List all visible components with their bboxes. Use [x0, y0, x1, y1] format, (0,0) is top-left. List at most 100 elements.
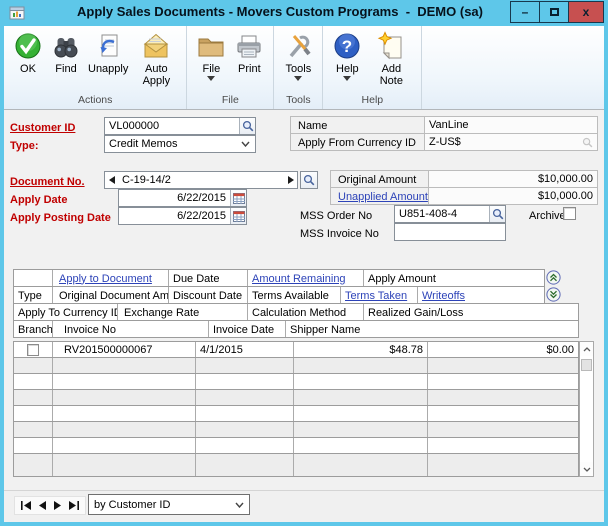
grid-header-original-document-amt: Original Document Amt [53, 287, 169, 303]
unapply-document-icon [93, 31, 123, 61]
file-menu-button[interactable]: File [192, 29, 230, 83]
customer-id-label[interactable]: Customer ID [10, 121, 75, 136]
auto-apply-button[interactable]: Auto Apply [131, 29, 181, 89]
first-record-button[interactable] [21, 501, 32, 510]
sort-by-dropdown[interactable]: by Customer ID [88, 494, 250, 515]
grid-header-apply-to-currency-id: Apply To Currency ID [14, 304, 118, 320]
previous-record-button[interactable] [38, 501, 47, 510]
ok-button[interactable]: OK [9, 29, 47, 77]
scroll-down-button[interactable] [580, 462, 593, 476]
apply-date-label: Apply Date [10, 193, 67, 208]
grid-header-shipper-name: Shipper Name [286, 321, 578, 337]
envelope-icon [141, 31, 171, 61]
grid-empty-row [13, 421, 579, 438]
find-button-label: Find [55, 63, 76, 75]
find-button[interactable]: Find [47, 29, 85, 77]
row-apply-checkbox[interactable] [27, 344, 39, 356]
minimize-button[interactable]: – [510, 1, 540, 23]
grid-header-due-date: Due Date [169, 270, 248, 286]
maximize-button[interactable] [539, 1, 569, 23]
add-note-icon [376, 31, 406, 61]
customer-lookup-button[interactable] [239, 118, 255, 134]
add-note-button-label: Add Note [369, 63, 413, 87]
folder-icon [196, 31, 226, 61]
grid-empty-row [13, 437, 579, 454]
apply-from-currency-row: Apply From Currency ID Z-US$ [290, 133, 598, 151]
document-prev-button[interactable] [105, 172, 118, 188]
original-amount-label: Original Amount [331, 171, 428, 187]
double-chevron-up-icon [546, 270, 561, 285]
toolbar-caption-file: File [192, 93, 268, 109]
customer-id-value: VL000000 [105, 120, 239, 132]
type-dropdown[interactable]: Credit Memos [104, 135, 256, 153]
mss-order-no-field[interactable]: U851-408-4 [394, 205, 506, 223]
archive-checkbox[interactable] [563, 207, 576, 220]
lookup-magnifier-icon [492, 208, 504, 220]
apply-posting-date-field[interactable]: 6/22/2015 [118, 207, 247, 225]
help-question-icon: ? [332, 31, 362, 61]
scroll-up-button[interactable] [580, 342, 593, 356]
unapplied-amount-value: $10,000.00 [428, 188, 597, 204]
grid-header-invoice-date: Invoice Date [209, 321, 286, 337]
name-label: Name [291, 117, 424, 133]
document-no-field[interactable]: C-19-14/2 [104, 171, 298, 189]
grid-scrollbar[interactable] [579, 341, 594, 477]
document-no-label[interactable]: Document No. [10, 175, 85, 190]
unapply-button[interactable]: Unapply [85, 29, 131, 77]
tools-menu-button[interactable]: Tools [279, 29, 317, 83]
record-navigation [14, 496, 86, 515]
name-row: Name VanLine [290, 116, 598, 134]
customer-id-field[interactable]: VL000000 [104, 117, 256, 135]
help-menu-button[interactable]: ? Help [328, 29, 366, 83]
chevron-up-icon [583, 347, 591, 352]
chevron-down-icon [343, 76, 351, 81]
unapply-button-label: Unapply [88, 63, 128, 75]
row-apply-amount[interactable]: $0.00 [428, 342, 578, 357]
binoculars-icon [51, 31, 81, 61]
document-lookup-button[interactable] [300, 171, 318, 189]
double-chevron-down-icon [546, 287, 561, 302]
mss-invoice-no-label: MSS Invoice No [300, 227, 379, 242]
grid-header-apply-to-document[interactable]: Apply to Document [53, 270, 169, 286]
close-button[interactable]: x [568, 1, 604, 23]
grid-header-branch: Branch [14, 321, 53, 337]
grid-data-row-1[interactable]: RV201500000067 4/1/2015 $48.78 $0.00 [13, 341, 579, 358]
grid-expand-button[interactable] [546, 287, 561, 302]
lookup-magnifier-icon [303, 174, 315, 186]
grid-header-apply-amount: Apply Amount [364, 270, 544, 286]
grid-header-writeoffs[interactable]: Writeoffs [418, 287, 544, 303]
grid-header-terms-taken[interactable]: Terms Taken [341, 287, 418, 303]
arrow-right-icon [288, 176, 294, 184]
ok-check-icon [13, 31, 43, 61]
row-invoice-no: RV201500000067 [53, 342, 196, 357]
toolbar-group-file: File Print File [187, 26, 274, 109]
apply-date-calendar-button[interactable] [230, 190, 246, 206]
grid-empty-row [13, 405, 579, 422]
grid-empty-row [13, 357, 579, 374]
last-record-button[interactable] [68, 501, 79, 510]
mss-order-lookup-button[interactable] [489, 206, 505, 222]
mss-invoice-no-field[interactable] [394, 223, 506, 241]
row-amount-remaining: $48.78 [294, 342, 428, 357]
document-next-button[interactable] [284, 172, 297, 188]
posting-date-calendar-button[interactable] [230, 208, 246, 224]
file-menu-label: File [202, 63, 220, 75]
apply-sales-documents-window: Apply Sales Documents - Movers Custom Pr… [0, 0, 608, 526]
unapplied-amount-link[interactable]: Unapplied Amount [331, 188, 428, 204]
lookup-magnifier-icon [242, 120, 254, 132]
type-value: Credit Memos [105, 138, 241, 150]
apply-date-field[interactable]: 6/22/2015 [118, 189, 247, 207]
print-button[interactable]: Print [230, 29, 268, 77]
toolbar-group-actions: OK Find [4, 26, 187, 109]
unapplied-amount-row: Unapplied Amount $10,000.00 [330, 187, 598, 205]
toolbar-caption-tools: Tools [279, 93, 317, 109]
apply-date-value: 6/22/2015 [119, 192, 230, 204]
apply-from-currency-value: Z-US$ [424, 134, 597, 150]
add-note-button[interactable]: Add Note [366, 29, 416, 89]
row-invoice-date: 4/1/2015 [196, 342, 294, 357]
next-record-button[interactable] [53, 501, 62, 510]
grid-header-amount-remaining[interactable]: Amount Remaining [248, 270, 364, 286]
grid-collapse-button[interactable] [546, 270, 561, 285]
titlebar[interactable]: Apply Sales Documents - Movers Custom Pr… [0, 0, 608, 26]
scrollbar-thumb[interactable] [581, 359, 592, 371]
